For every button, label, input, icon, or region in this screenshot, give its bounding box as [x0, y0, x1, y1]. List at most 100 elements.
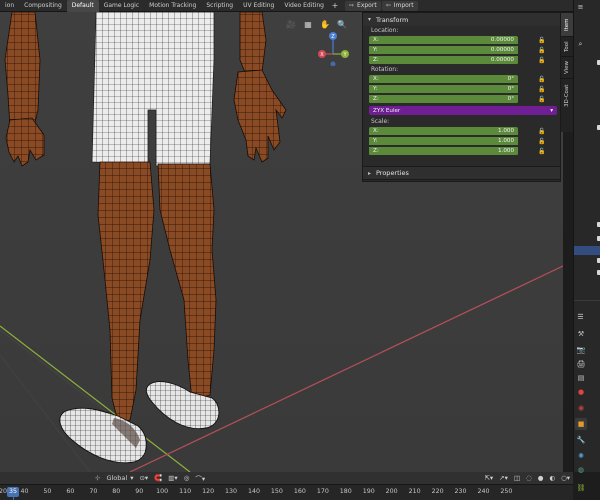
proportional-editing-icon[interactable]: ◎: [181, 472, 193, 484]
location-z-value: 0.00000: [490, 56, 514, 63]
location-z-field[interactable]: Z: 0.00000: [369, 55, 518, 65]
timeline-tick: 150: [270, 488, 283, 495]
tool-properties-icon[interactable]: ⚒: [575, 328, 587, 340]
timeline-ruler[interactable]: 20 40 50 60 70 80 90 100 110 120 130 140 150 160 170 18…: [0, 484, 573, 500]
properties-menu-icon[interactable]: ☰: [576, 312, 585, 321]
timeline-tick: 200: [385, 488, 398, 495]
workspace-tab-video-editing[interactable]: Video Editing: [279, 0, 329, 12]
workspace-tab-compositing[interactable]: Compositing: [19, 0, 67, 12]
snap-icon[interactable]: 🧲: [151, 472, 165, 484]
scale-x-axis: X:: [373, 127, 379, 134]
workspace-tab-game-logic[interactable]: Game Logic: [99, 0, 144, 12]
transform-panel-header[interactable]: ▾ Transform: [363, 13, 560, 26]
scale-x-value: 1.000: [497, 127, 514, 134]
timeline-tick: 60: [66, 488, 75, 495]
transform-orientation-dropdown[interactable]: Global ▾: [103, 472, 136, 484]
lock-icon[interactable]: 🔓: [536, 96, 548, 103]
snap-target-icon[interactable]: ▥▾: [165, 472, 180, 484]
scale-z-value: 1.000: [497, 147, 514, 154]
workspace-tab-uv-editing[interactable]: UV Editing: [238, 0, 279, 12]
xray-toggle-icon[interactable]: ◫: [511, 472, 523, 484]
search-icon[interactable]: ⌕: [576, 40, 585, 49]
location-x-axis: X:: [373, 36, 379, 43]
location-label: Location:: [371, 27, 399, 34]
constraints-properties-icon[interactable]: ⛓: [575, 482, 587, 494]
timeline-tick: 100: [156, 488, 169, 495]
location-x-field[interactable]: X: 0.00000: [369, 35, 518, 45]
pivot-point-icon[interactable]: ⊙▾: [136, 472, 151, 484]
selected-outliner-row[interactable]: [574, 246, 600, 255]
lock-icon[interactable]: 🔓: [536, 128, 548, 135]
gizmo-toggle-icon[interactable]: ↗▾: [496, 472, 511, 484]
scale-x-field[interactable]: X: 1.000: [369, 126, 518, 136]
falloff-icon[interactable]: ⌒▾: [192, 472, 208, 484]
tab-3d-coat[interactable]: 3D-Coat: [561, 78, 573, 112]
scene-properties-icon[interactable]: ●: [575, 386, 587, 398]
import-button[interactable]: ⇦ Import: [381, 0, 418, 11]
shading-material-icon[interactable]: ◐: [546, 472, 558, 484]
camera-icon[interactable]: 🎥: [285, 18, 297, 30]
shading-solid-icon[interactable]: ●: [535, 472, 547, 484]
rotation-y-field[interactable]: Y: 0°: [369, 84, 518, 94]
lock-icon[interactable]: 🔓: [536, 76, 548, 83]
scale-z-field[interactable]: Z: 1.000: [369, 146, 518, 156]
timeline-tick: 110: [179, 488, 192, 495]
menu-icon[interactable]: ≡: [576, 2, 585, 11]
location-y-axis: Y:: [373, 46, 378, 53]
import-label: Import: [393, 2, 414, 9]
tab-view[interactable]: View: [561, 56, 573, 78]
tab-item[interactable]: Item: [561, 12, 573, 36]
collapse-arrow-icon: ▾: [368, 16, 372, 23]
transform-panel-title: Transform: [376, 15, 409, 24]
object-properties-icon[interactable]: ■: [575, 418, 587, 430]
physics-properties-icon[interactable]: ◍: [575, 464, 587, 476]
view-layer-properties-icon[interactable]: ▤: [575, 372, 587, 384]
rotation-mode-dropdown[interactable]: ZYX Euler ▾: [369, 106, 557, 115]
gizmo-x-label: X: [320, 52, 324, 58]
properties-panel-header[interactable]: ▸ Properties: [362, 166, 561, 180]
rotation-mode-value: ZYX Euler: [373, 107, 401, 114]
render-properties-icon[interactable]: 📷: [575, 344, 587, 356]
tab-tool[interactable]: Tool: [561, 36, 573, 56]
modifier-properties-icon[interactable]: 🔧: [575, 434, 587, 446]
timeline-tick: 250: [500, 488, 513, 495]
lock-icon[interactable]: 🔓: [536, 148, 548, 155]
world-properties-icon[interactable]: ◉: [575, 402, 587, 414]
lock-icon[interactable]: 🔓: [536, 37, 548, 44]
workspace-tab-motion-tracking[interactable]: Motion Tracking: [144, 0, 201, 12]
workspace-tab-default[interactable]: Default: [66, 0, 99, 12]
rotation-label: Rotation:: [371, 66, 399, 73]
rotation-z-value: 0°: [507, 95, 514, 102]
add-workspace-button[interactable]: +: [329, 0, 341, 12]
lock-icon[interactable]: 🔓: [536, 57, 548, 64]
rotation-y-value: 0°: [507, 85, 514, 92]
sidebar-tabs: Item Tool View 3D-Coat: [561, 12, 573, 132]
timeline-tick: 80: [112, 488, 121, 495]
scale-y-field[interactable]: Y: 1.000: [369, 136, 518, 146]
export-button[interactable]: ⇨ Export: [345, 0, 381, 11]
shading-wireframe-icon[interactable]: ◌: [523, 472, 535, 484]
navigation-gizmo[interactable]: Z Y X: [313, 26, 353, 66]
output-properties-icon[interactable]: 🖨: [575, 358, 587, 370]
lock-icon[interactable]: 🔓: [536, 138, 548, 145]
export-icon: ⇨: [349, 2, 355, 9]
rotation-x-value: 0°: [507, 75, 514, 82]
lock-icon[interactable]: 🔓: [536, 47, 548, 54]
timeline-tick: 120: [202, 488, 215, 495]
rotation-z-field[interactable]: Z: 0°: [369, 94, 518, 104]
workspace-tab-scripting[interactable]: Scripting: [201, 0, 238, 12]
rotation-x-field[interactable]: X: 0°: [369, 74, 518, 84]
expand-arrow-icon: ▸: [368, 169, 372, 177]
scale-label: Scale:: [371, 118, 390, 125]
current-frame-indicator[interactable]: 35: [6, 487, 20, 497]
location-y-field[interactable]: Y: 0.00000: [369, 45, 518, 55]
particles-properties-icon[interactable]: ✺: [575, 450, 587, 462]
shading-rendered-icon[interactable]: ○▾: [558, 472, 573, 484]
lock-icon[interactable]: 🔓: [536, 86, 548, 93]
viewport-overlay-icon[interactable]: ⇱▾: [481, 472, 496, 484]
timeline-tick: 20: [0, 488, 8, 495]
timeline-tick: 90: [135, 488, 144, 495]
editor-divider: [574, 300, 600, 301]
viewport-bottom-toolbar: ⊹ Global ▾ ⊙▾ 🧲 ▥▾ ◎ ⌒▾ ⇱▾ ↗▾ ◫ ◌ ● ◐ ○▾: [0, 472, 573, 484]
workspace-tab-animation[interactable]: ion: [0, 0, 19, 12]
